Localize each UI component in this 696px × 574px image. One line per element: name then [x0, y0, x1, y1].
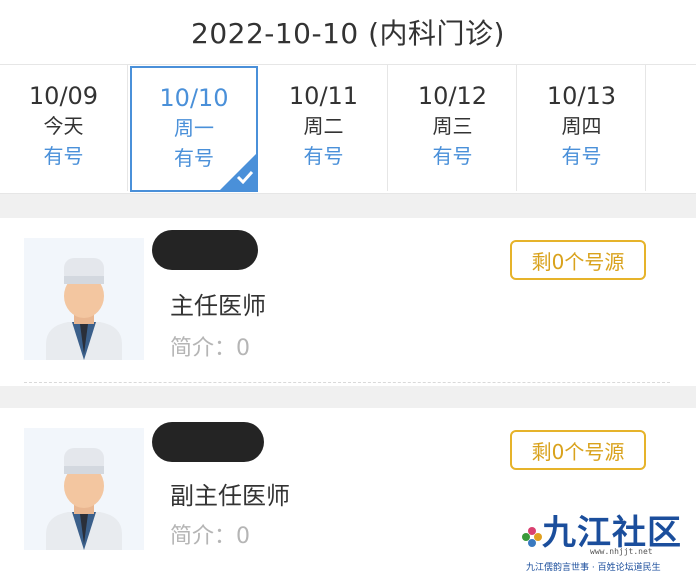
date-tab-partial[interactable]: 1 周 有	[647, 65, 696, 191]
doctor-name-redacted	[152, 422, 264, 462]
date-tab-1010[interactable]: 10/10 周一 有号	[130, 66, 258, 192]
weekday-label: 周	[647, 111, 696, 141]
remaining-slots-badge[interactable]: 剩0个号源	[510, 240, 646, 280]
date-label: 10/11	[288, 82, 359, 110]
divider	[24, 382, 670, 383]
remaining-slots-badge[interactable]: 剩0个号源	[510, 430, 646, 470]
doctor-card[interactable]: 主任医师 简介：0 剩0个号源	[0, 218, 696, 386]
watermark-slogan: 九江儒韵言世事 · 百姓论坛道民生	[526, 563, 661, 573]
watermark-logo: 九江社区 www.nhjjt.net 九江儒韵言世事 · 百姓论坛道民生	[520, 505, 696, 574]
date-tab-1013[interactable]: 10/13 周四 有号	[518, 65, 646, 191]
flower-icon	[522, 527, 542, 547]
doctor-intro: 简介：0	[170, 336, 250, 361]
doctor-intro: 简介：0	[170, 524, 250, 549]
weekday-label: 周一	[174, 116, 214, 140]
availability-label: 有	[647, 141, 696, 171]
availability-label: 有号	[43, 144, 84, 168]
selected-check-icon	[220, 154, 256, 190]
doctor-name-redacted	[152, 230, 258, 270]
page-title: 2022-10-10 (内科门诊)	[191, 17, 505, 50]
page-header: 2022-10-10 (内科门诊)	[0, 0, 696, 64]
date-tab-1012[interactable]: 10/12 周三 有号	[389, 65, 517, 191]
doctor-avatar	[24, 428, 144, 550]
date-tab-1011[interactable]: 10/11 周二 有号	[260, 65, 388, 191]
doctor-avatar	[24, 238, 144, 360]
doctor-title: 副主任医师	[170, 482, 290, 510]
weekday-label: 周四	[561, 114, 602, 138]
date-tab-1009[interactable]: 10/09 今天 有号	[0, 65, 128, 191]
date-label: 10/09	[28, 82, 99, 110]
watermark-url: www.nhjjt.net	[590, 547, 653, 556]
date-label: 10/12	[417, 82, 488, 110]
doctor-title: 主任医师	[170, 292, 266, 320]
date-label: 10/10	[159, 84, 229, 112]
availability-label: 有号	[432, 144, 473, 168]
availability-label: 有号	[561, 144, 602, 168]
date-label: 1	[647, 81, 696, 111]
availability-label: 有号	[303, 144, 344, 168]
date-selector: 10/09 今天 有号 10/10 周一 有号 10/11 周二 有号 10/1…	[0, 64, 696, 194]
weekday-label: 周三	[432, 114, 473, 138]
weekday-label: 今天	[43, 114, 84, 138]
weekday-label: 周二	[303, 114, 344, 138]
date-label: 10/13	[546, 82, 617, 110]
